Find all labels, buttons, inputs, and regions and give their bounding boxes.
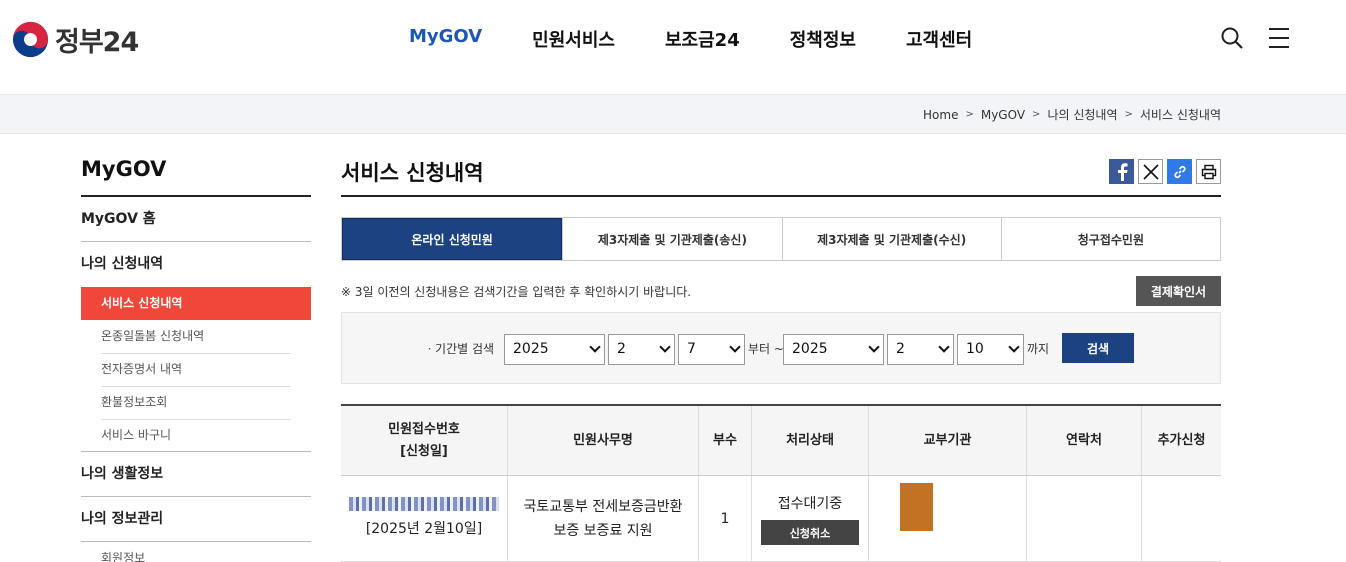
sidebar-title: MyGOV [81, 155, 311, 197]
redacted-block [900, 483, 933, 531]
cancel-application-button[interactable]: 신청취소 [761, 520, 859, 545]
tab-third-party-sent[interactable]: 제3자제출 및 기관제출(송신) [562, 218, 781, 260]
chevron-right-icon: > [965, 109, 974, 120]
sidebar-subitem-service-applications[interactable]: 서비스 신청내역 [81, 287, 311, 320]
nav-customer-center[interactable]: 고객센터 [906, 26, 972, 52]
cell-additional-request [1141, 476, 1221, 561]
cell-status: 접수대기중 신청취소 [751, 476, 868, 561]
payment-receipt-button[interactable]: 결제확인서 [1136, 276, 1221, 306]
sidebar-subitem-refund-info[interactable]: 환불정보조회 [81, 386, 311, 420]
application-tabs: 온라인 신청민원 제3자제출 및 기관제출(송신) 제3자제출 및 기관제출(수… [341, 217, 1221, 261]
table-header: 민원접수번호 [신청일] 민원사무명 부수 처리상태 교부기관 연락처 추가신청 [341, 406, 1221, 476]
sidebar-item-my-applications[interactable]: 나의 신청내역 [81, 242, 311, 287]
from-year-select[interactable]: 2025 [504, 334, 605, 365]
facebook-icon[interactable] [1109, 159, 1134, 184]
col-receipt-number: 민원접수번호 [신청일] [388, 421, 460, 459]
search-icon[interactable] [1220, 26, 1244, 50]
to-day-select[interactable]: 10 [957, 334, 1024, 365]
print-icon[interactable] [1196, 159, 1221, 184]
from-suffix: 부터 ~ [748, 342, 784, 356]
col-copies: 부수 [698, 406, 751, 475]
nav-civil-service[interactable]: 민원서비스 [532, 26, 615, 52]
sidebar-subitem-service-basket[interactable]: 서비스 바구니 [81, 419, 311, 452]
to-suffix: 까지 [1027, 342, 1050, 356]
logo-text: 정부24 [55, 27, 139, 58]
cell-receipt-number: [2025년 2월10일] [341, 476, 507, 561]
chevron-down-icon [659, 341, 671, 353]
chevron-down-icon [589, 341, 601, 353]
col-issuing-agency: 교부기관 [868, 406, 1026, 475]
col-additional-request: 추가신청 [1141, 406, 1221, 475]
breadcrumb-home[interactable]: Home [923, 108, 958, 122]
breadcrumb-mygov[interactable]: MyGOV [981, 108, 1025, 122]
table-row: [2025년 2월10일] 국토교통부 전세보증금반환 보증 보증료 지원 1 … [341, 476, 1221, 562]
hamburger-menu-icon[interactable] [1267, 26, 1291, 50]
sidebar-subitem-all-day-care[interactable]: 온종일돌봄 신청내역 [81, 320, 311, 354]
breadcrumb-service-applications[interactable]: 서비스 신청내역 [1140, 106, 1221, 123]
cell-service-name[interactable]: 국토교통부 전세보증금반환 보증 보증료 지원 [507, 476, 698, 561]
taegeuk-logo-icon [12, 21, 49, 58]
chevron-down-icon [729, 341, 741, 353]
breadcrumb-bar: Home > MyGOV > 나의 신청내역 > 서비스 신청내역 [0, 94, 1346, 134]
chevron-down-icon [1008, 341, 1020, 353]
cell-issuing-agency [868, 476, 1026, 561]
application-date: [2025년 2월10일] [365, 520, 483, 537]
breadcrumb-my-applications[interactable]: 나의 신청내역 [1047, 106, 1117, 123]
notice-text: ※ 3일 이전의 신청내용은 검색기간을 입력한 후 확인하시기 바랍니다. [341, 285, 692, 299]
to-month-select[interactable]: 2 [887, 334, 954, 365]
sidebar-subitem-member-info[interactable]: 회원정보 [81, 542, 311, 562]
sidebar-subitem-e-certificates[interactable]: 전자증명서 내역 [81, 353, 311, 387]
col-contact: 연락처 [1026, 406, 1141, 475]
period-search-label: ㆍ기간별 검색 [424, 342, 495, 356]
main-content: 서비스 신청내역 온라인 신청민원 제3자제출 및 기관제출(송신) 제3자제출… [341, 155, 1221, 562]
nav-mygov[interactable]: MyGOV [409, 26, 482, 52]
cell-copies: 1 [698, 476, 751, 561]
link-copy-icon[interactable] [1167, 159, 1192, 184]
share-buttons [1105, 159, 1221, 184]
chevron-right-icon: > [1032, 109, 1041, 120]
tab-claim-applications[interactable]: 청구접수민원 [1000, 218, 1220, 260]
status-text: 접수대기중 [777, 496, 843, 512]
main-nav: MyGOV 민원서비스 보조금24 정책정보 고객센터 [409, 26, 1022, 52]
tab-online-applications[interactable]: 온라인 신청민원 [342, 218, 563, 260]
header: 정부24 MyGOV 민원서비스 보조금24 정책정보 고객센터 [0, 0, 1346, 94]
sidebar-item-my-life-info[interactable]: 나의 생활정보 [81, 452, 311, 497]
col-service-name: 민원사무명 [507, 406, 698, 475]
chevron-down-icon [938, 341, 950, 353]
sidebar: MyGOV MyGOV 홈 나의 신청내역 서비스 신청내역 온종일돌봄 신청내… [81, 155, 311, 562]
col-status: 처리상태 [751, 406, 868, 475]
page-title: 서비스 신청내역 [341, 155, 1221, 197]
from-month-select[interactable]: 2 [608, 334, 675, 365]
nav-subsidy24[interactable]: 보조금24 [665, 26, 740, 52]
redacted-receipt-number [349, 496, 499, 511]
logo[interactable]: 정부24 [12, 20, 139, 59]
chevron-right-icon: > [1124, 109, 1133, 120]
nav-policy-info[interactable]: 정책정보 [790, 26, 856, 52]
x-twitter-icon[interactable] [1138, 159, 1163, 184]
applications-table: 민원접수번호 [신청일] 민원사무명 부수 처리상태 교부기관 연락처 추가신청… [341, 404, 1221, 562]
from-day-select[interactable]: 7 [678, 334, 745, 365]
cell-contact [1026, 476, 1141, 561]
period-search-box: ㆍ기간별 검색 2025 2 7 부터 ~ 2025 2 10 까지 검색 [341, 312, 1221, 384]
search-button[interactable]: 검색 [1062, 333, 1134, 363]
sidebar-item-mygov-home[interactable]: MyGOV 홈 [81, 197, 311, 242]
to-year-select[interactable]: 2025 [783, 334, 884, 365]
sidebar-item-my-info-management[interactable]: 나의 정보관리 [81, 497, 311, 542]
tab-third-party-received[interactable]: 제3자제출 및 기관제출(수신) [781, 218, 1001, 260]
breadcrumb: Home > MyGOV > 나의 신청내역 > 서비스 신청내역 [923, 106, 1221, 123]
chevron-down-icon [868, 341, 880, 353]
